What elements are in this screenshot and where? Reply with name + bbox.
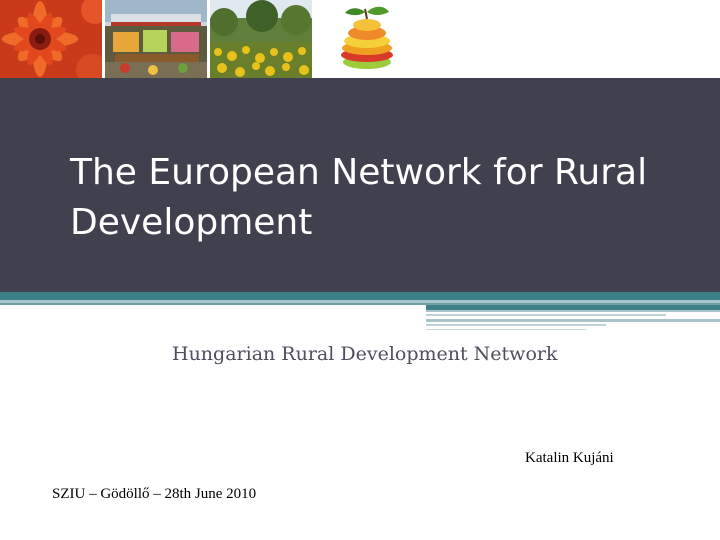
slide-subtitle: Hungarian Rural Development Network: [172, 343, 558, 365]
yellow-flower-field-photo: [210, 0, 312, 78]
photo-strip: [0, 0, 417, 78]
slide-title: The European Network for Rural Developme…: [70, 152, 648, 243]
author-name: Katalin Kujáni: [525, 450, 614, 466]
slide: The European Network for Rural Developme…: [0, 0, 720, 540]
red-dahlia-flower-photo: [0, 0, 102, 78]
market-stall-photo: [105, 0, 207, 78]
sliced-fruit-stack-photo: [315, 0, 417, 78]
event-date-line: SZIU – Gödöllő – 28th June 2010: [52, 486, 257, 502]
decorative-stripes: [0, 292, 720, 330]
